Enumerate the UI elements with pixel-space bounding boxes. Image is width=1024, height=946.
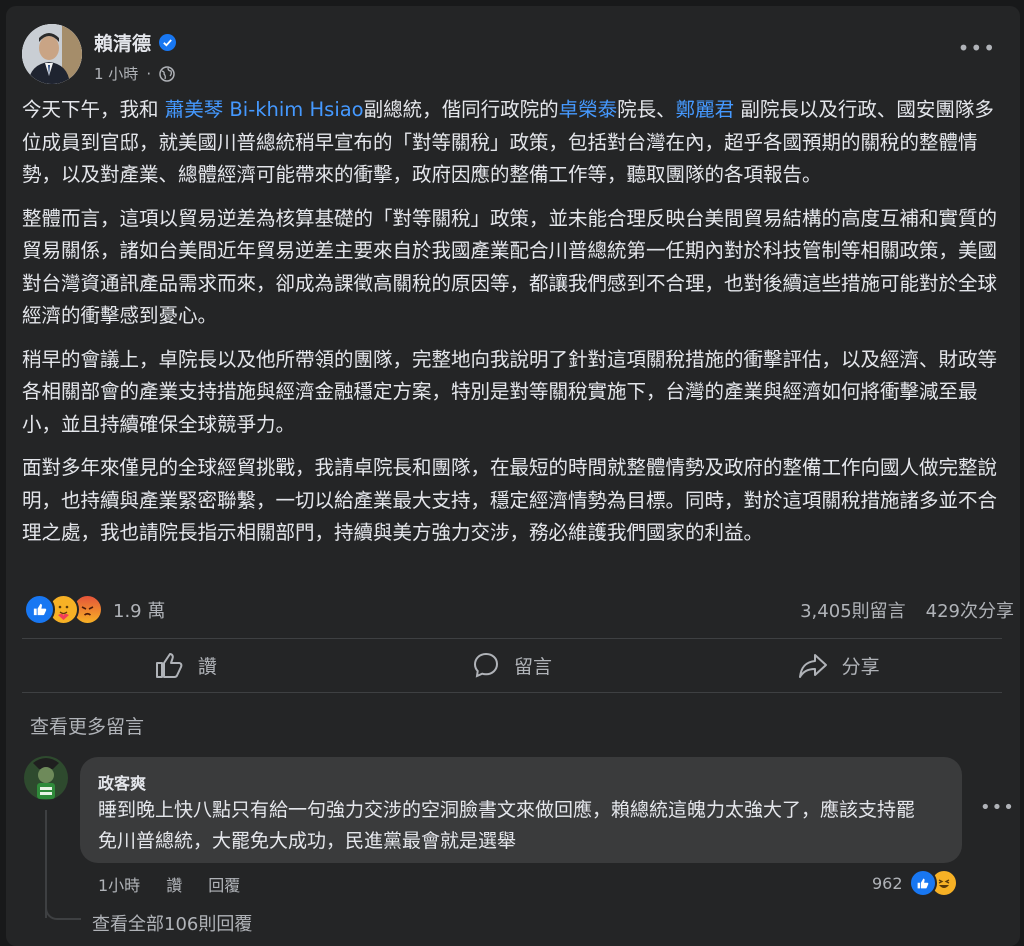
post-paragraph: 今天下午，我和 蕭美琴 Bi-khim Hsiao副總統，偕同行政院的卓榮泰院長… <box>22 94 1002 192</box>
comment-reaction-count: 962 <box>872 873 903 893</box>
comment-actions: 1小時 讚 回覆 <box>98 872 240 896</box>
like-icon <box>908 869 937 897</box>
post-text-segment: 院長、 <box>617 98 676 121</box>
post-text-segment: 稍早的會議上，卓院長以及他所帶領的團隊，完整地向我說明了針對這項關稅措施的衝擊評… <box>22 347 998 436</box>
like-icon <box>24 594 55 625</box>
post-actions: 讚 留言 分享 <box>22 640 1002 690</box>
tagged-person-link[interactable]: 卓榮泰 <box>559 98 618 121</box>
comment-label: 留言 <box>514 655 553 678</box>
post-body: 今天下午，我和 蕭美琴 Bi-khim Hsiao副總統，偕同行政院的卓榮泰院長… <box>22 94 1002 561</box>
share-label: 分享 <box>841 655 880 678</box>
comment-text: 睡到晚上快八點只有給一句強力交涉的空洞臉書文來做回應，賴總統這魄力太強大了，應該… <box>98 799 916 852</box>
comment-button[interactable]: 留言 <box>349 640 676 690</box>
view-all-replies-link[interactable]: 查看全部106則回覆 <box>92 910 252 936</box>
reaction-summary[interactable]: 1.9 萬 <box>24 594 165 625</box>
post-text-segment: 面對多年來僅見的全球經貿挑戰，我請卓院長和團隊，在最短的時間就整體情勢及政府的整… <box>22 456 998 544</box>
like-button[interactable]: 讚 <box>22 640 349 690</box>
post-time[interactable]: 1 小時 <box>94 63 138 84</box>
post-options-icon[interactable]: ••• <box>958 36 996 60</box>
post-text-segment: 整體而言，這項以貿易逆差為核算基礎的「對等關稅」政策，並未能合理反映台美間貿易結… <box>22 206 998 328</box>
commenter-name[interactable]: 政客爽 <box>98 770 146 794</box>
post-text-segment: 副總統，偕同行政院的 <box>363 98 559 121</box>
post-paragraph: 面對多年來僅見的全球經貿挑戰，我請卓院長和團隊，在最短的時間就整體情勢及政府的整… <box>22 452 1002 550</box>
share-arrow-icon <box>798 654 827 678</box>
comment-bubble-icon <box>473 652 499 678</box>
see-more-comments-link[interactable]: 查看更多留言 <box>30 712 144 739</box>
author-avatar[interactable] <box>22 24 82 84</box>
tagged-person-link[interactable]: 鄭麗君 <box>676 98 735 121</box>
post-text-segment: 今天下午，我和 <box>22 98 165 121</box>
reaction-count[interactable]: 1.9 萬 <box>113 597 165 623</box>
dot-separator: · <box>146 64 152 83</box>
post-meta: 1 小時 · <box>94 63 175 84</box>
comment-reactions[interactable]: 962 <box>872 869 958 897</box>
share-button[interactable]: 分享 <box>675 640 1002 690</box>
post-paragraph: 整體而言，這項以貿易逆差為核算基礎的「對等關稅」政策，並未能合理反映台美間貿易結… <box>22 203 1002 333</box>
verified-badge-icon <box>159 34 177 51</box>
post-paragraph: 稍早的會議上，卓院長以及他所帶領的團隊，完整地向我說明了針對這項關稅措施的衝擊評… <box>22 344 1002 442</box>
divider <box>22 692 1002 693</box>
comments-count[interactable]: 3,405則留言 <box>800 597 906 623</box>
shares-count[interactable]: 429次分享 <box>926 597 1014 623</box>
comment-reply-button[interactable]: 回覆 <box>208 872 240 896</box>
public-globe-icon[interactable] <box>159 65 175 82</box>
reply-thread-curve <box>45 900 81 920</box>
post-author[interactable]: 賴清德 <box>94 29 177 56</box>
post-stats: 3,405則留言 429次分享 <box>800 597 1014 623</box>
like-label: 讚 <box>197 655 217 678</box>
commenter-avatar[interactable] <box>23 755 69 805</box>
comment-like-button[interactable]: 讚 <box>166 872 182 896</box>
comment-time[interactable]: 1小時 <box>98 872 140 896</box>
comment-options-icon[interactable]: ••• <box>980 797 1015 818</box>
author-name[interactable]: 賴清德 <box>94 29 151 56</box>
comment-bubble: 政客爽 睡到晚上快八點只有給一句強力交涉的空洞臉書文來做回應，賴總統這魄力太強大… <box>80 757 962 863</box>
tagged-person-link[interactable]: 蕭美琴 Bi-khim Hsiao <box>165 98 364 121</box>
thumbs-up-icon <box>155 653 183 678</box>
divider <box>22 638 1002 639</box>
